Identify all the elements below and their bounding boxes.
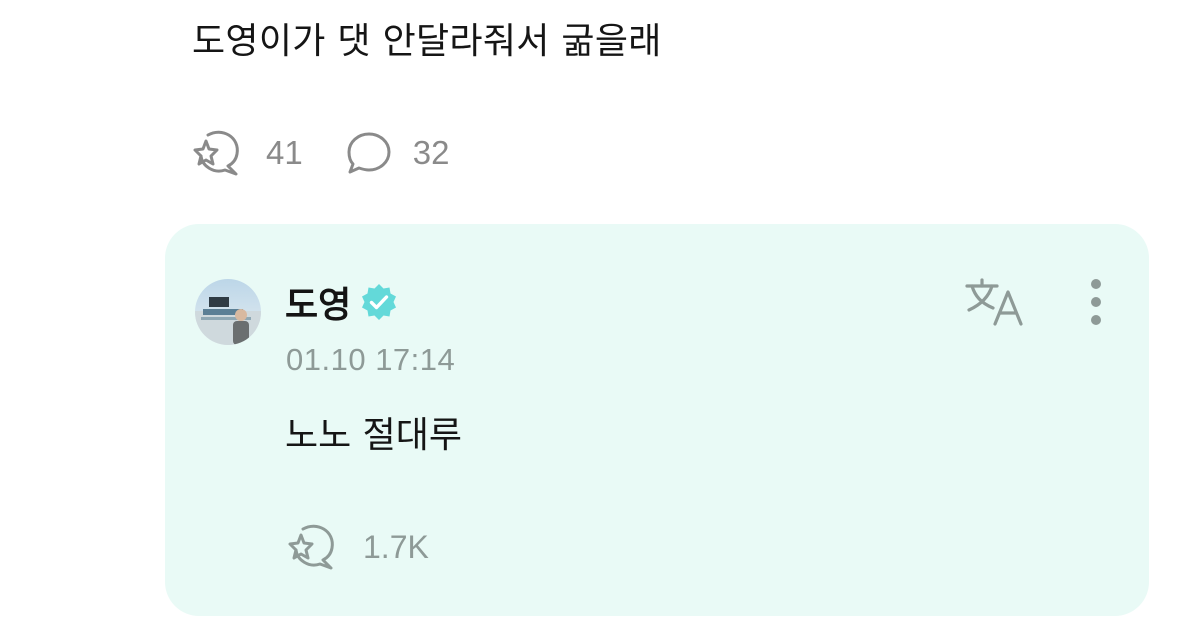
reply-actions: 1.7K	[287, 522, 429, 572]
speech-bubble-icon	[347, 132, 391, 174]
timestamp: 01.10 17:14	[286, 342, 456, 377]
post-comment-button[interactable]: 32	[345, 129, 450, 177]
sparkle-bubble-icon	[288, 524, 334, 570]
translate-icon	[965, 278, 1023, 326]
post-like-button[interactable]: 41	[192, 128, 303, 178]
post-actions: 41 32	[192, 128, 449, 178]
post-like-count: 41	[266, 134, 303, 171]
reply-card: 도영 01.10 17:14 노노 절대루 1.7K	[165, 224, 1149, 616]
translate-button[interactable]	[963, 276, 1031, 328]
post-text: 도영이가 댓 안달라줘서 굶을래	[192, 21, 662, 62]
reply-text: 노노 절대루	[285, 415, 463, 456]
avatar[interactable]	[195, 279, 261, 345]
reply-like-count: 1.7K	[363, 528, 429, 565]
avatar-photo	[195, 279, 261, 345]
more-options-button[interactable]	[1077, 276, 1115, 332]
reply-like-button[interactable]: 1.7K	[287, 522, 429, 572]
sparkle-bubble-icon	[193, 130, 239, 176]
post-comment-count: 32	[412, 134, 450, 171]
more-vertical-icon	[1091, 279, 1101, 325]
verified-badge-icon	[362, 284, 397, 320]
author-row: 도영	[285, 276, 399, 328]
author-name[interactable]: 도영	[285, 276, 351, 328]
